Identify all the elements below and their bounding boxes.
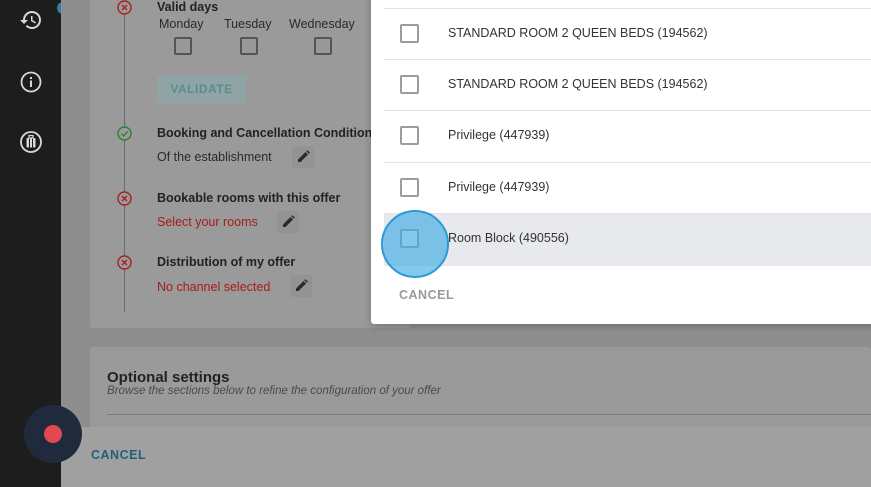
distribution-title: Distribution of my offer bbox=[157, 255, 296, 269]
pencil-icon bbox=[296, 279, 308, 291]
monday-checkbox[interactable] bbox=[174, 37, 192, 55]
day-label-monday: Monday bbox=[159, 17, 204, 31]
room-checkbox[interactable] bbox=[400, 178, 419, 197]
record-button[interactable] bbox=[24, 405, 82, 463]
edit-booking-button[interactable] bbox=[292, 146, 314, 168]
room-option-label: Privilege (447939) bbox=[448, 128, 550, 142]
record-icon bbox=[44, 425, 62, 443]
room-option[interactable]: STANDARD ROOM 2 QUEEN BEDS (194562) bbox=[384, 8, 871, 59]
tuesday-checkbox[interactable] bbox=[240, 37, 258, 55]
edit-rooms-button[interactable] bbox=[277, 211, 299, 233]
room-checkbox[interactable] bbox=[400, 24, 419, 43]
room-option[interactable]: Privilege (447939) bbox=[384, 162, 871, 213]
bottom-action-bar bbox=[61, 427, 871, 487]
valid-days-title: Valid days bbox=[157, 0, 219, 14]
room-option-label: Room Block (490556) bbox=[448, 231, 569, 245]
room-option[interactable]: Room Block (490556) bbox=[384, 213, 871, 266]
click-indicator bbox=[381, 210, 449, 278]
info-icon[interactable] bbox=[19, 70, 43, 94]
room-option-label: Privilege (447939) bbox=[448, 180, 550, 194]
bookable-rooms-value[interactable]: Select your rooms bbox=[157, 215, 258, 229]
optional-settings-subtitle: Browse the sections below to refine the … bbox=[107, 385, 441, 397]
pencil-icon bbox=[298, 150, 310, 162]
room-option-label: STANDARD ROOM 2 QUEEN BEDS (194562) bbox=[448, 77, 708, 91]
room-checkbox[interactable] bbox=[400, 75, 419, 94]
luggage-icon[interactable] bbox=[19, 130, 43, 154]
edit-distribution-button[interactable] bbox=[290, 275, 312, 297]
modal-cancel-button[interactable]: CANCEL bbox=[399, 288, 454, 302]
wednesday-checkbox[interactable] bbox=[314, 37, 332, 55]
booking-conditions-title: Booking and Cancellation Conditions bbox=[157, 126, 380, 140]
error-icon bbox=[117, 255, 132, 270]
room-option-label: STANDARD ROOM 2 QUEEN BEDS (194562) bbox=[448, 26, 708, 40]
error-icon bbox=[117, 0, 132, 15]
optional-settings-title: Optional settings bbox=[107, 369, 230, 386]
day-label-tuesday: Tuesday bbox=[224, 17, 272, 31]
booking-conditions-value: Of the establishment bbox=[157, 150, 272, 164]
pencil-icon bbox=[283, 215, 295, 227]
validate-button[interactable]: VALIDATE bbox=[157, 76, 246, 103]
error-icon bbox=[117, 191, 132, 206]
bookable-rooms-title: Bookable rooms with this offer bbox=[157, 191, 341, 205]
day-label-wednesday: Wednesday bbox=[289, 17, 355, 31]
distribution-value[interactable]: No channel selected bbox=[157, 280, 270, 294]
room-option[interactable]: Privilege (447939) bbox=[384, 110, 871, 161]
room-option[interactable]: STANDARD ROOM 2 QUEEN BEDS (194562) bbox=[384, 59, 871, 110]
room-checkbox[interactable] bbox=[400, 126, 419, 145]
check-icon bbox=[117, 126, 132, 141]
history-icon[interactable]: 2 bbox=[19, 2, 75, 32]
cancel-button[interactable]: CANCEL bbox=[91, 448, 146, 462]
divider bbox=[107, 414, 871, 415]
